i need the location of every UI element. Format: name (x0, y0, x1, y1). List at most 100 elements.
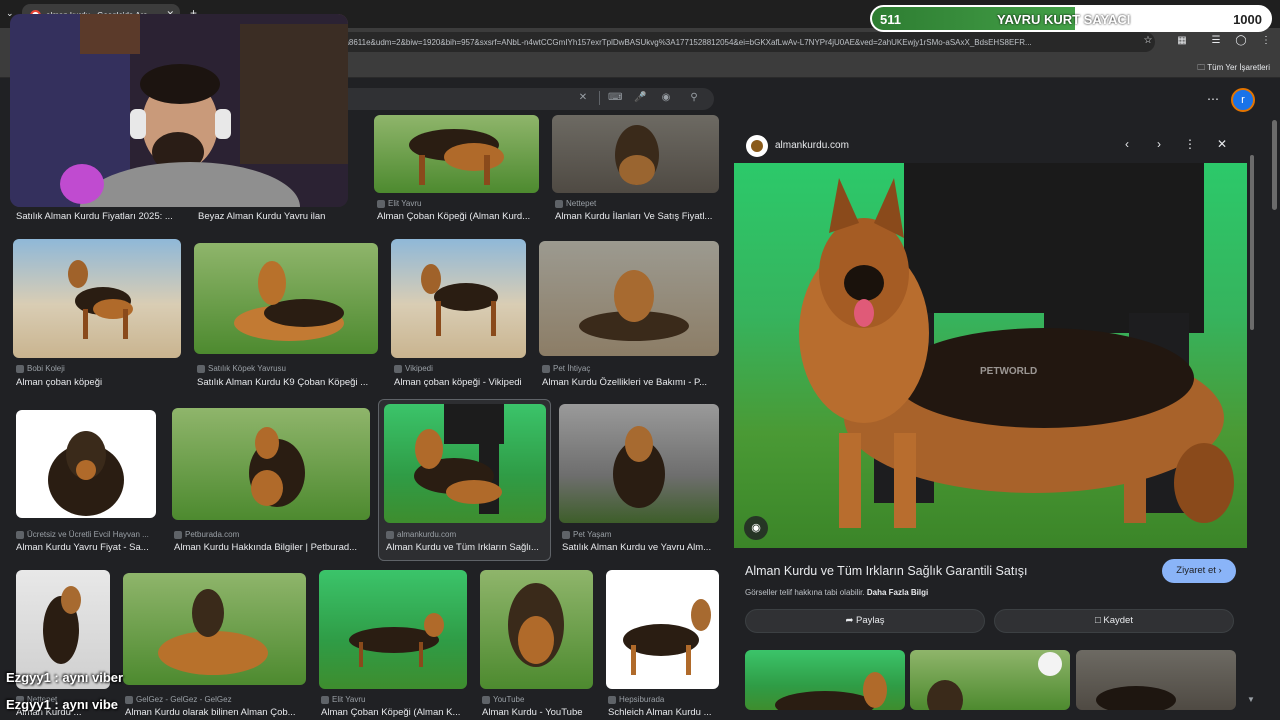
result-source: GelGez - GelGez - GelGez (136, 695, 232, 704)
search-icon[interactable]: ⚲ (688, 92, 700, 104)
all-bookmarks[interactable]: 🗀 Tüm Yer İşaretleri (1197, 62, 1270, 76)
result-title[interactable]: Alman Kurdu Özellikleri ve Bakımı - P... (542, 377, 717, 388)
image-result[interactable] (559, 404, 719, 523)
result-title[interactable]: Alman Kurdu Yavru Fiyat - Sa... (16, 542, 166, 553)
result-title[interactable]: Alman Kurdu Hakkında Bilgiler | Petburad… (174, 542, 366, 553)
panel-scrollbar[interactable] (1250, 155, 1254, 330)
result-title[interactable]: Alman Kurdu olarak bilinen Alman Çob... (125, 707, 305, 718)
search-divider (599, 91, 600, 105)
result-source: Nettepet (566, 199, 597, 208)
clear-search-icon[interactable]: ✕ (577, 92, 589, 104)
address-bar[interactable]: aa8611e&udm=2&biw=1920&bih=957&sxsrf=ANb… (300, 32, 1155, 52)
keyboard-icon[interactable]: ⌨ (608, 92, 622, 104)
preview-image[interactable] (734, 163, 1247, 548)
image-result[interactable] (374, 115, 539, 193)
dog-image (623, 599, 711, 675)
image-result[interactable] (16, 410, 156, 518)
dog-image (579, 270, 689, 341)
image-result[interactable] (13, 239, 181, 358)
page-scrollbar[interactable] (1272, 120, 1277, 210)
result-title[interactable]: Satılık Alman Kurdu ve Yavru Alm... (562, 542, 717, 553)
image-result[interactable] (319, 570, 467, 689)
lens-icon[interactable]: ◉ (660, 92, 672, 104)
site-favicon-icon (125, 696, 133, 704)
menu-icon[interactable]: ⋮ (1260, 35, 1272, 47)
copyright-note: Görseller telif hakkına tabi olabilir. D… (745, 588, 928, 597)
bookmark-icon: □ (1095, 615, 1101, 626)
result-title[interactable]: Alman çoban köpeği - Vikipedi (394, 377, 529, 388)
related-image[interactable] (1076, 650, 1236, 710)
close-panel-icon[interactable]: ✕ (1215, 137, 1229, 151)
dog-image (1096, 686, 1176, 710)
preview-site-name[interactable]: almankurdu.com (775, 140, 849, 151)
bookmark-star-icon[interactable]: ☆ (1142, 35, 1154, 47)
image-result[interactable] (552, 115, 719, 193)
image-result[interactable] (480, 570, 593, 689)
result-title[interactable]: Alman Çoban Köpeği (Alman Kurd... (377, 211, 537, 222)
more-options-icon[interactable]: ⋮ (1183, 137, 1197, 151)
counter-max: 1000 (1233, 12, 1262, 27)
preview-title[interactable]: Alman Kurdu ve Tüm Irkların Sağlık Garan… (745, 564, 1028, 578)
site-favicon-icon (377, 200, 385, 208)
dog-image (48, 431, 124, 516)
search-input[interactable] (330, 88, 714, 110)
share-button[interactable]: ➦ Paylaş (745, 609, 985, 633)
result-title[interactable]: Satılık Alman Kurdu K9 Çoban Köpeği ... (197, 377, 377, 388)
webcam-overlay (10, 14, 348, 207)
media-icon[interactable]: ☰ (1210, 35, 1222, 47)
result-source: almankurdu.com (397, 530, 457, 539)
image-result-selected[interactable] (384, 404, 546, 523)
previous-image-icon[interactable]: ‹ (1120, 137, 1134, 151)
related-image[interactable] (745, 650, 905, 710)
result-title[interactable]: Satılık Alman Kurdu Fiyatları 2025: ... (16, 211, 181, 222)
site-favicon-icon (394, 365, 402, 373)
site-favicon-icon (197, 365, 205, 373)
dog-image (349, 613, 444, 667)
dog-image (414, 404, 504, 514)
result-title[interactable]: Alman Kurdu İlanları Ve Satış Fiyatl... (555, 211, 717, 222)
german-shepherd-image (799, 163, 1234, 528)
image-result[interactable] (606, 570, 719, 689)
dog-image (775, 672, 887, 710)
site-favicon-icon (16, 531, 24, 539)
learn-more-link[interactable]: Daha Fazla Bilgi (867, 588, 928, 597)
result-title[interactable]: Alman çoban köpeği (16, 377, 181, 388)
result-title[interactable]: Alman Çoban Köpeği (Alman K... (321, 707, 466, 718)
pup-counter-bar: 511 YAVRU KURT SAYACI 1000 (870, 5, 1272, 32)
extensions-icon[interactable]: ▦ (1176, 35, 1188, 47)
save-label: Kaydet (1103, 615, 1133, 626)
save-button[interactable]: □ Kaydet (994, 609, 1234, 633)
result-source: Bobi Koleji (27, 364, 65, 373)
result-title[interactable]: Alman Kurdu ve Tüm Irkların Sağlı... (386, 542, 544, 553)
image-watermark: PETWORLD (980, 366, 1038, 377)
result-title[interactable]: Alman Kurdu - YouTube (482, 707, 592, 718)
dog-image (409, 129, 504, 185)
apps-grid-icon[interactable]: ⋯ (1207, 92, 1219, 106)
image-result[interactable] (123, 573, 306, 685)
related-image[interactable] (910, 650, 1070, 710)
account-avatar[interactable]: r (1231, 88, 1255, 112)
site-favicon-icon (321, 696, 329, 704)
image-result[interactable] (539, 241, 719, 356)
scroll-down-icon[interactable]: ▼ (1247, 695, 1255, 704)
counter-current: 511 (880, 12, 901, 27)
dog-image (927, 652, 1062, 710)
visual-search-lens-icon[interactable]: ◉ (744, 516, 768, 540)
result-source: Hepsiburada (619, 695, 665, 704)
visit-button[interactable]: Ziyaret et › (1162, 559, 1236, 583)
image-result[interactable] (172, 408, 370, 520)
result-source: YouTube (493, 695, 525, 704)
image-result[interactable] (391, 239, 526, 358)
profile-icon[interactable]: ◯ (1235, 35, 1247, 47)
result-title[interactable]: Schleich Alman Kurdu ... (608, 707, 718, 718)
microphone-icon[interactable]: 🎤 (634, 92, 646, 104)
result-source: Elit Yavru (332, 695, 366, 704)
result-title[interactable]: Beyaz Alman Kurdu Yavru ilan (198, 211, 363, 222)
share-label: Paylaş (856, 615, 885, 626)
all-bookmarks-label: Tüm Yer İşaretleri (1207, 63, 1270, 72)
image-result[interactable] (194, 243, 378, 354)
dog-image (68, 260, 133, 339)
site-favicon-icon (482, 696, 490, 704)
next-image-icon[interactable]: › (1152, 137, 1166, 151)
dog-image (158, 589, 268, 675)
